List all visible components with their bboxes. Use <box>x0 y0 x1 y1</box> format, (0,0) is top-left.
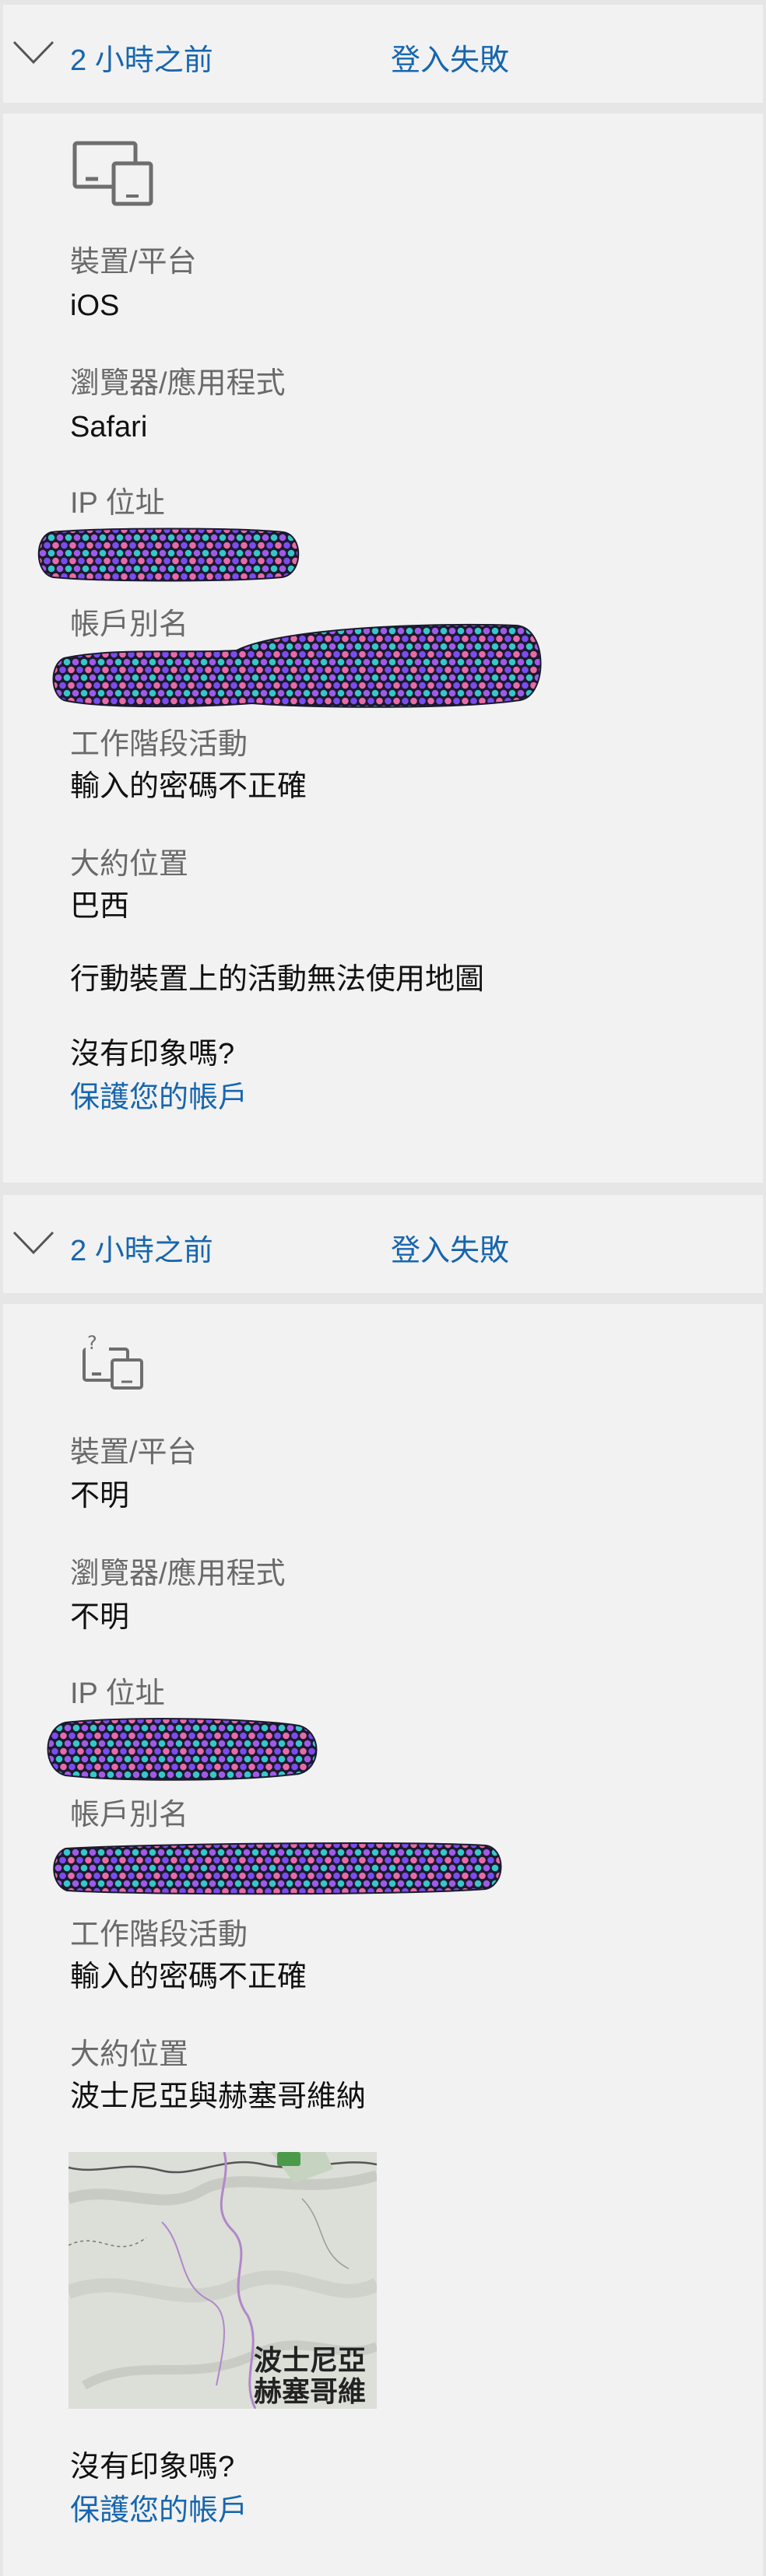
device-platform-value: iOS <box>70 289 120 322</box>
chevron-down-icon[interactable] <box>11 36 56 67</box>
svg-text:?: ? <box>87 1332 97 1354</box>
approx-location-value: 巴西 <box>70 890 130 923</box>
browser-app-value: 不明 <box>70 1601 130 1634</box>
device-platform-label: 裝置/平台 <box>70 246 197 279</box>
account-alias-label: 帳戶別名 <box>70 1799 189 1831</box>
session-activity-value: 輸入的密碼不正確 <box>70 770 307 803</box>
protect-account-link[interactable]: 保護您的帳戶 <box>70 1080 248 1116</box>
map-label: 赫塞哥維 <box>254 2375 367 2407</box>
device-platform-value: 不明 <box>70 1480 130 1512</box>
browser-app-label: 瀏覽器/應用程式 <box>70 1558 286 1590</box>
map-label: 波士尼亞 <box>254 2344 367 2376</box>
entry-time: 2 小時之前 <box>70 1235 213 1267</box>
devices-icon <box>72 141 153 206</box>
ip-address-label: IP 位址 <box>70 487 165 520</box>
alias-redaction-scribble <box>52 623 542 708</box>
entry-details: ? 裝置/平台 不明 瀏覽器/應用程式 不明 IP 位址 帳戶別名 工作階段活動… <box>3 1304 763 2576</box>
entry-header[interactable]: 2 小時之前 登入失敗 <box>3 1195 763 1293</box>
device-platform-label: 裝置/平台 <box>70 1436 197 1469</box>
entry-details: 裝置/平台 iOS 瀏覽器/應用程式 Safari IP 位址 帳戶別名 工作階… <box>3 114 763 1183</box>
alias-redaction-scribble <box>53 1842 502 1895</box>
location-map: 波士尼亞 赫塞哥維 <box>69 2152 377 2409</box>
ip-redaction-scribble <box>47 1718 318 1781</box>
browser-app-label: 瀏覽器/應用程式 <box>70 367 286 400</box>
entry-header[interactable]: 2 小時之前 登入失敗 <box>3 5 763 103</box>
session-activity-label: 工作階段活動 <box>70 1919 248 1951</box>
unknown-device-icon: ? <box>83 1332 143 1390</box>
ip-address-label: IP 位址 <box>70 1677 165 1710</box>
not-recognized-prompt: 沒有印象嗎? <box>70 1038 235 1071</box>
session-activity-value: 輸入的密碼不正確 <box>70 1961 307 1993</box>
chevron-down-icon[interactable] <box>11 1226 56 1257</box>
approx-location-label: 大約位置 <box>70 848 189 881</box>
browser-app-value: Safari <box>70 411 148 443</box>
approx-location-label: 大約位置 <box>70 2038 189 2071</box>
map-unavailable-note: 行動裝置上的活動無法使用地圖 <box>70 963 485 996</box>
entry-time: 2 小時之前 <box>70 44 213 77</box>
entry-status[interactable]: 登入失敗 <box>391 1226 509 1269</box>
entry-status[interactable]: 登入失敗 <box>391 36 509 79</box>
approx-location-value: 波士尼亞與赫塞哥維納 <box>70 2080 367 2113</box>
protect-account-link[interactable]: 保護您的帳戶 <box>70 2493 248 2529</box>
session-activity-label: 工作階段活動 <box>70 728 248 761</box>
not-recognized-prompt: 沒有印象嗎? <box>70 2451 235 2483</box>
ip-redaction-scribble <box>37 527 300 582</box>
